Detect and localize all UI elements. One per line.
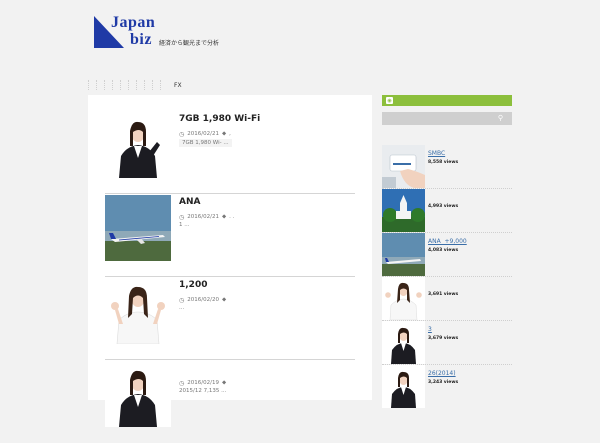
search-icon[interactable]: ⚲ [498, 114, 503, 122]
nav-item[interactable] [136, 80, 144, 90]
airplane-image-icon [382, 233, 425, 276]
businesswoman-image-icon [382, 321, 425, 364]
clock-icon: ◷ [179, 213, 185, 221]
ranking-views: 8,558 views [428, 160, 459, 165]
post-excerpt: 1 ... [179, 222, 190, 228]
ranking-title[interactable]: SMBC [428, 150, 445, 157]
ranking-views: 3,679 views [428, 336, 459, 341]
rss-bar[interactable]: ◉ [382, 95, 512, 106]
ranking-thumbnail[interactable] [382, 365, 425, 408]
post-title[interactable]: 1,200 [179, 280, 207, 290]
ranking-item[interactable]: ANA +9,000 4,083 views [382, 233, 512, 277]
post-title[interactable]: ANA [179, 197, 200, 207]
post-meta: ◷ 2016/02/19 ⬥ [179, 379, 229, 387]
ranking-title[interactable]: 26(2014) [428, 370, 456, 377]
bank-card-image-icon [382, 145, 425, 188]
ranking-thumbnail[interactable] [382, 189, 425, 232]
nav-item[interactable] [128, 80, 136, 90]
post-title[interactable]: 7GB 1,980 Wi-Fi [179, 114, 260, 124]
main-nav: FX [88, 78, 182, 92]
post-thumbnail[interactable] [105, 278, 171, 344]
ranking-views: 4,083 views [428, 248, 459, 253]
nav-item[interactable] [144, 80, 152, 90]
post-item[interactable]: 1,200 ◷ 2016/02/20 ⬥ ... [105, 278, 355, 360]
ranking-views: 3,243 views [428, 380, 459, 385]
logo-word-japan: Japan [111, 14, 156, 31]
post-date: 2016/02/21 [187, 131, 219, 137]
post-thumbnail[interactable] [105, 361, 171, 427]
post-tags[interactable]: . . [229, 214, 234, 220]
search-bar[interactable]: ⚲ [382, 112, 512, 125]
post-meta: ◷ 2016/02/21 ⬥ , [179, 130, 231, 138]
tag-icon: ⬥ [221, 379, 227, 386]
post-list: 7GB 1,980 Wi-Fi ◷ 2016/02/21 ⬥ , 7GB 1,9… [88, 95, 372, 427]
post-excerpt: ... [179, 305, 185, 311]
businesswoman-image-icon [105, 112, 171, 178]
woman-ok-sign-image-icon [105, 278, 171, 344]
ranking-thumbnail[interactable] [382, 321, 425, 364]
post-item[interactable]: ◷ 2016/02/19 ⬥ 2015/12 7,135 ... [105, 361, 355, 443]
rss-icon[interactable]: ◉ [386, 97, 393, 104]
tag-icon: ⬥ [221, 130, 227, 137]
site-header: Japan biz 経済から観光まで分析 [0, 0, 600, 80]
ranking-views: 4,993 views [428, 204, 459, 209]
post-meta: ◷ 2016/02/21 ⬥ . . [179, 213, 234, 221]
ranking-item[interactable]: 4,993 views [382, 189, 512, 233]
nav-item-fx[interactable]: FX [174, 82, 182, 89]
ranking-thumbnail[interactable] [382, 277, 425, 320]
post-excerpt: 7GB 1,980 Wi- ... [179, 139, 232, 147]
ranking-title[interactable]: 3 [428, 326, 432, 333]
post-meta: ◷ 2016/02/20 ⬥ [179, 296, 229, 304]
nav-item[interactable] [160, 80, 168, 90]
ranking-title[interactable]: ANA +9,000 [428, 238, 467, 245]
church-landscape-image-icon [382, 189, 425, 232]
logo-word-biz: biz [130, 31, 152, 48]
post-item[interactable]: 7GB 1,980 Wi-Fi ◷ 2016/02/21 ⬥ , 7GB 1,9… [105, 112, 355, 194]
businesswoman-image-icon [105, 361, 171, 427]
ranking-item[interactable]: 3 3,679 views [382, 321, 512, 365]
woman-ok-sign-image-icon [382, 277, 425, 320]
clock-icon: ◷ [179, 296, 185, 304]
clock-icon: ◷ [179, 379, 185, 387]
ranking-thumbnail[interactable] [382, 233, 425, 276]
post-thumbnail[interactable] [105, 195, 171, 261]
ranking-views: 3,691 views [428, 292, 459, 297]
nav-item[interactable] [96, 80, 104, 90]
tag-icon: ⬥ [221, 296, 227, 303]
post-date: 2016/02/20 [187, 297, 219, 303]
nav-item[interactable] [112, 80, 120, 90]
clock-icon: ◷ [179, 130, 185, 138]
post-tags[interactable]: , [229, 131, 231, 137]
nav-item[interactable] [120, 80, 128, 90]
ranking-item[interactable]: SMBC 8,558 views [382, 145, 512, 189]
ranking-thumbnail[interactable] [382, 145, 425, 188]
post-date: 2016/02/19 [187, 380, 219, 386]
businesswoman-image-icon [382, 365, 425, 408]
site-tagline: 経済から観光まで分析 [159, 40, 220, 47]
tag-icon: ⬥ [221, 213, 227, 220]
post-thumbnail[interactable] [105, 112, 171, 178]
airplane-image-icon [105, 195, 171, 261]
nav-item[interactable] [88, 80, 96, 90]
ranking-item[interactable]: 26(2014) 3,243 views [382, 365, 512, 409]
post-date: 2016/02/21 [187, 214, 219, 220]
nav-item[interactable] [152, 80, 160, 90]
ranking-item[interactable]: 3,691 views [382, 277, 512, 321]
nav-item[interactable] [104, 80, 112, 90]
post-item[interactable]: ANA ◷ 2016/02/21 ⬥ . . 1 ... [105, 195, 355, 277]
site-logo[interactable]: Japan biz 経済から観光まで分析 [94, 14, 224, 54]
post-excerpt: 2015/12 7,135 ... [179, 388, 227, 394]
